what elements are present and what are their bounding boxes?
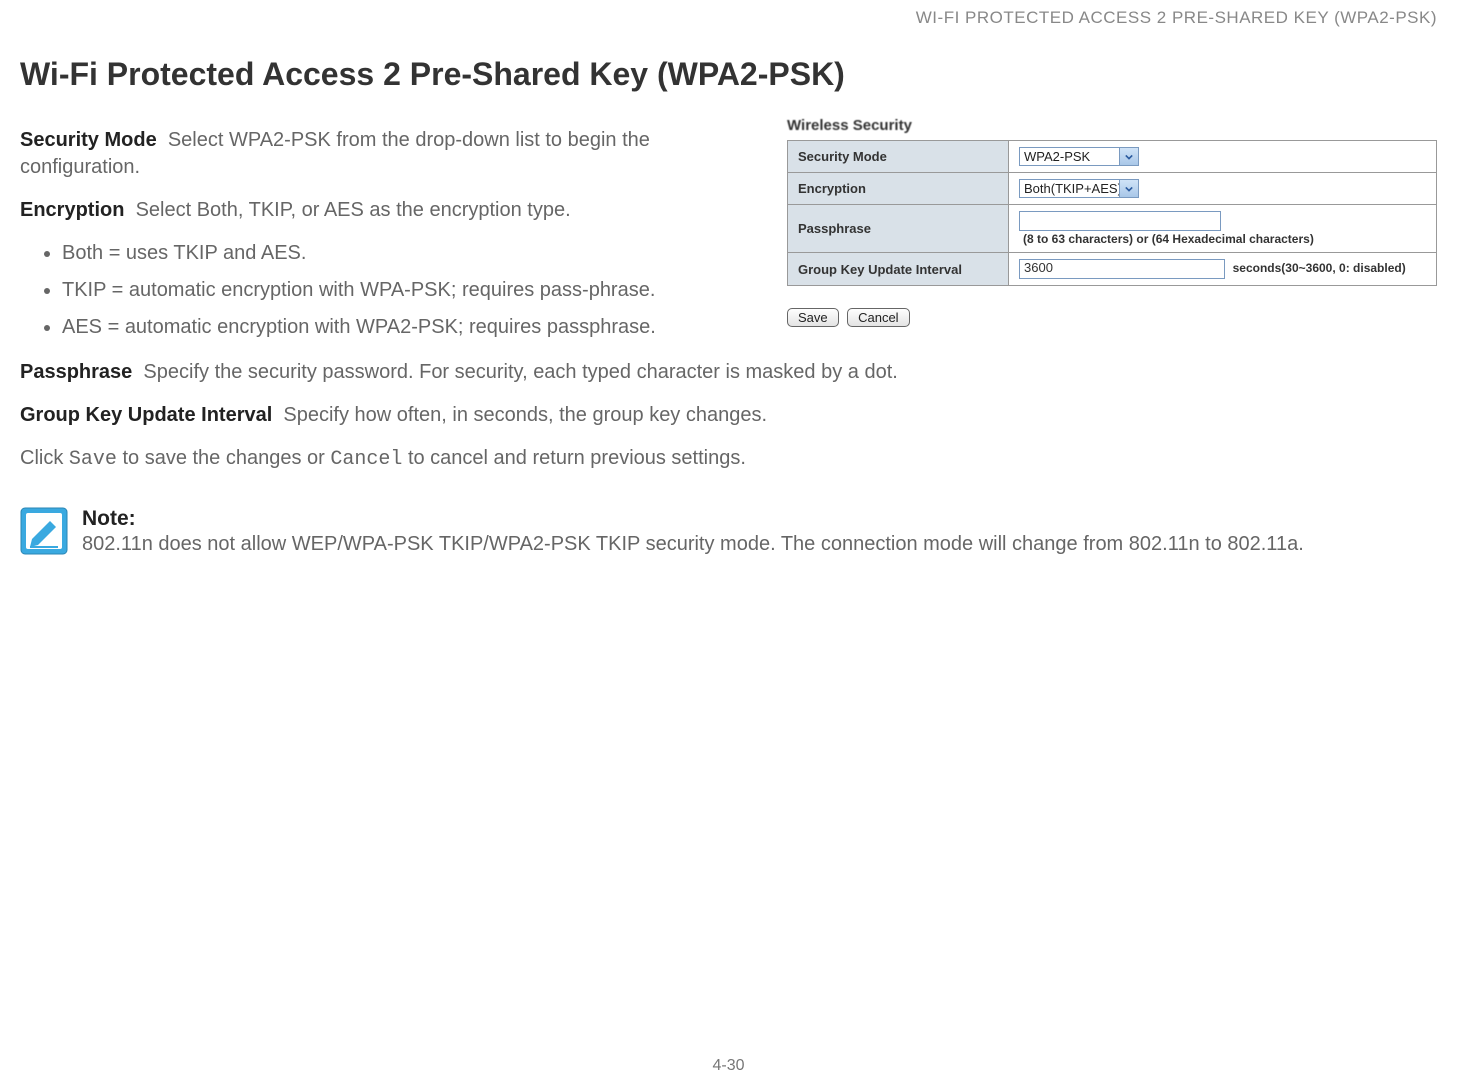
wireless-security-panel: Wireless Security Security Mode WPA2-PSK… (787, 117, 1437, 327)
passphrase-input[interactable] (1019, 211, 1221, 231)
term-passphrase: Passphrase (20, 361, 132, 383)
row-encryption: Encryption Both(TKIP+AES) (788, 173, 1437, 205)
click-post: to cancel and return previous settings. (402, 447, 746, 469)
para-passphrase: Passphrase Specify the security password… (20, 359, 1437, 386)
text-encryption: Select Both, TKIP, or AES as the encrypt… (136, 199, 571, 221)
security-mode-value: WPA2-PSK (1024, 149, 1090, 164)
cancel-button[interactable]: Cancel (847, 308, 909, 327)
settings-table: Security Mode WPA2-PSK Encryption Both(T… (787, 140, 1437, 286)
note-block: Note: 802.11n does not allow WEP/WPA-PSK… (20, 507, 1437, 557)
click-save: Save (69, 448, 117, 471)
chevron-down-icon (1119, 148, 1138, 165)
row-group-key: Group Key Update Interval 3600 seconds(3… (788, 253, 1437, 286)
group-key-hint: seconds(30~3600, 0: disabled) (1233, 261, 1406, 275)
encryption-value: Both(TKIP+AES) (1024, 181, 1122, 196)
panel-title: Wireless Security (787, 117, 1437, 134)
term-group-key: Group Key Update Interval (20, 404, 272, 426)
page-number: 4-30 (0, 1057, 1457, 1075)
note-title: Note: (82, 507, 1304, 531)
encryption-select[interactable]: Both(TKIP+AES) (1019, 179, 1139, 198)
term-security-mode: Security Mode (20, 129, 157, 151)
running-header: WI-FI PROTECTED ACCESS 2 PRE-SHARED KEY … (20, 0, 1437, 28)
click-pre: Click (20, 447, 69, 469)
save-button[interactable]: Save (787, 308, 839, 327)
row-security-mode: Security Mode WPA2-PSK (788, 141, 1437, 173)
label-group-key: Group Key Update Interval (788, 253, 1009, 286)
row-passphrase: Passphrase (8 to 63 characters) or (64 H… (788, 205, 1437, 253)
para-group-key: Group Key Update Interval Specify how of… (20, 402, 1437, 429)
para-click-line: Click Save to save the changes or Cancel… (20, 445, 1437, 473)
security-mode-select[interactable]: WPA2-PSK (1019, 147, 1139, 166)
note-icon (20, 507, 68, 555)
group-key-input[interactable]: 3600 (1019, 259, 1225, 279)
chevron-down-icon (1119, 180, 1138, 197)
label-encryption: Encryption (788, 173, 1009, 205)
note-body: 802.11n does not allow WEP/WPA-PSK TKIP/… (82, 531, 1304, 557)
passphrase-hint: (8 to 63 characters) or (64 Hexadecimal … (1023, 232, 1314, 246)
text-group-key: Specify how often, in seconds, the group… (283, 404, 767, 426)
text-passphrase: Specify the security password. For secur… (143, 361, 897, 383)
term-encryption: Encryption (20, 199, 124, 221)
click-cancel: Cancel (330, 448, 402, 471)
label-security-mode: Security Mode (788, 141, 1009, 173)
label-passphrase: Passphrase (788, 205, 1009, 253)
page-title: Wi-Fi Protected Access 2 Pre-Shared Key … (20, 56, 1437, 93)
click-mid: to save the changes or (117, 447, 330, 469)
